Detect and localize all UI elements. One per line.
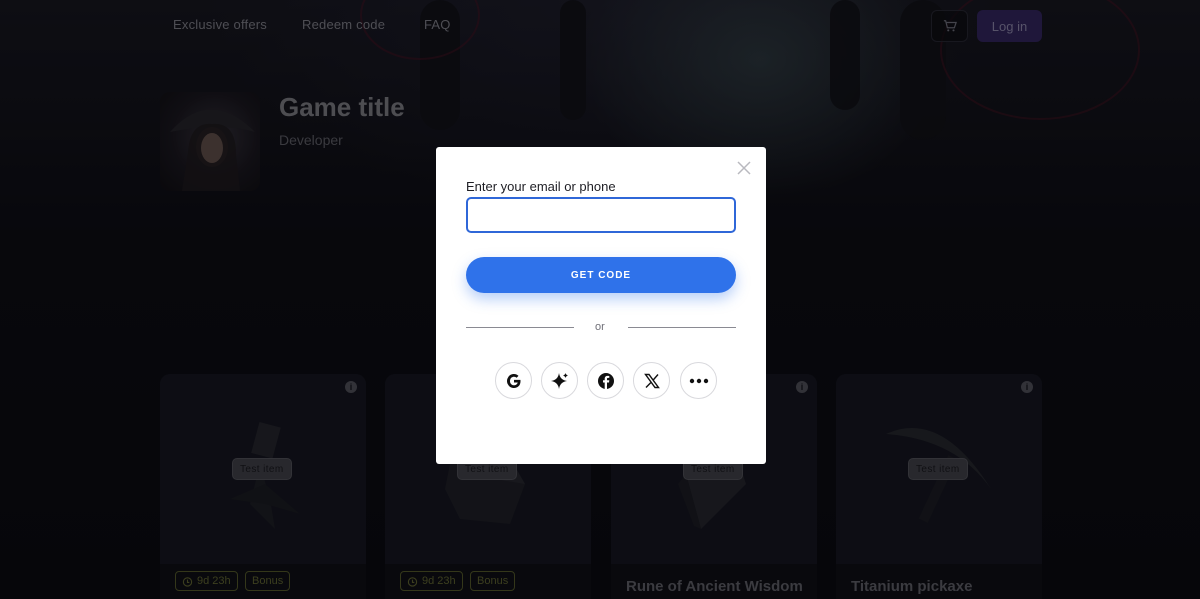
facebook-login-button[interactable] <box>587 362 624 399</box>
email-phone-input[interactable] <box>466 197 736 233</box>
x-login-button[interactable] <box>633 362 670 399</box>
get-code-button[interactable]: GET CODE <box>466 257 736 293</box>
facebook-icon <box>597 372 614 389</box>
google-login-button[interactable] <box>495 362 532 399</box>
close-icon <box>737 161 751 175</box>
login-modal: Enter your email or phone GET CODE or <box>436 147 766 464</box>
divider-right <box>628 327 736 328</box>
more-icon <box>689 378 708 383</box>
divider-or: or <box>595 321 605 333</box>
google-icon <box>506 373 520 388</box>
sparkle-icon <box>550 372 568 389</box>
email-phone-label: Enter your email or phone <box>466 179 616 194</box>
close-button[interactable] <box>736 160 752 176</box>
divider-left <box>466 327 574 328</box>
ai-login-button[interactable] <box>541 362 578 399</box>
x-icon <box>643 373 660 388</box>
more-login-options-button[interactable] <box>680 362 717 399</box>
